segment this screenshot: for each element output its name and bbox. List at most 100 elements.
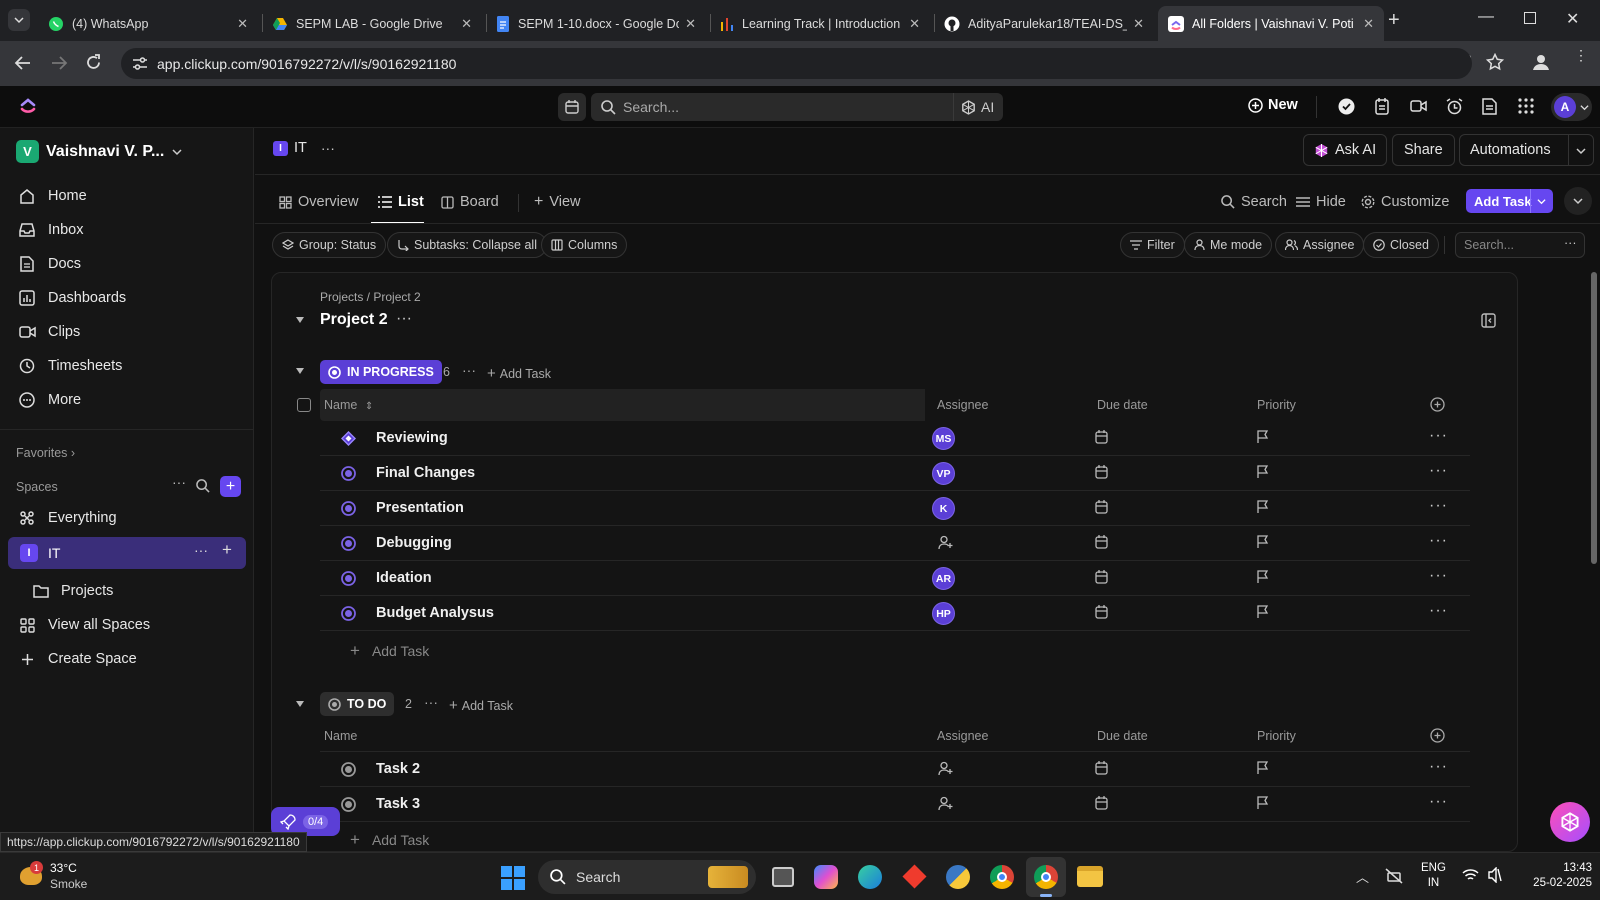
python-icon[interactable]: [946, 865, 970, 889]
sidebar-item-inbox[interactable]: Inbox: [18, 216, 83, 244]
ask-ai-button[interactable]: Ask AI: [1303, 134, 1388, 166]
close-tab-icon[interactable]: ✕: [237, 16, 248, 32]
calendar-add-icon[interactable]: [1095, 535, 1109, 549]
group-more-icon[interactable]: ···: [462, 362, 476, 378]
assignee-avatar[interactable]: AR: [932, 567, 955, 590]
browser-tab-github[interactable]: AdityaParulekar18/TEAI-DS_S ✕: [934, 6, 1154, 41]
share-button[interactable]: Share: [1392, 134, 1455, 166]
anydesk-icon[interactable]: [902, 864, 927, 889]
caret-down-icon[interactable]: [295, 700, 305, 708]
me-mode-chip[interactable]: Me mode: [1184, 232, 1273, 258]
priority-flag-icon[interactable]: [1256, 465, 1269, 479]
weather-widget[interactable]: 1 33°C Smoke: [18, 859, 98, 895]
caret-down-icon[interactable]: [295, 367, 305, 375]
profile-icon[interactable]: [1532, 53, 1550, 71]
select-all-checkbox[interactable]: [297, 398, 311, 412]
space-add-icon[interactable]: +: [222, 540, 232, 560]
status-in-progress-icon[interactable]: [341, 571, 356, 586]
calendar-add-icon[interactable]: [1095, 605, 1109, 619]
group-status-chip[interactable]: Group: Status: [272, 232, 387, 258]
global-search-input[interactable]: Search... AI: [591, 93, 1003, 121]
row-more-icon[interactable]: ···: [1429, 532, 1448, 550]
clickup-logo-icon[interactable]: [19, 96, 37, 116]
task-name[interactable]: Debugging: [376, 535, 452, 551]
add-assignee-icon[interactable]: [938, 796, 953, 811]
spaces-more-icon[interactable]: ···: [172, 474, 186, 490]
language-indicator[interactable]: ENG IN: [1421, 861, 1446, 891]
tab-board[interactable]: Board: [441, 190, 499, 214]
copilot-icon[interactable]: [814, 865, 838, 889]
wifi-icon[interactable]: [1462, 868, 1479, 882]
status-in-progress-icon[interactable]: [341, 501, 356, 516]
breadcrumb-space[interactable]: I IT ···: [273, 140, 335, 156]
show-hidden-icons[interactable]: ︿: [1356, 867, 1369, 886]
sidebar-item-view-all-spaces[interactable]: View all Spaces: [18, 611, 150, 639]
task-name[interactable]: Final Changes: [376, 465, 475, 481]
calendar-add-icon[interactable]: [1095, 465, 1109, 479]
table-row[interactable]: Final Changes VP ···: [320, 456, 1470, 491]
clock[interactable]: 13:43 25-02-2025: [1512, 861, 1592, 891]
edge-icon[interactable]: [858, 865, 882, 889]
network-off-icon[interactable]: [1385, 868, 1403, 884]
priority-flag-icon[interactable]: [1256, 761, 1269, 775]
back-icon[interactable]: [14, 55, 32, 71]
assignee-avatar[interactable]: VP: [932, 462, 955, 485]
add-space-button[interactable]: +: [220, 476, 241, 497]
list-search-input[interactable]: Search... ···: [1455, 232, 1585, 258]
apps-grid-icon[interactable]: [1518, 98, 1534, 114]
column-header-priority[interactable]: Priority: [1257, 398, 1296, 412]
table-row[interactable]: Budget Analysus HP ···: [320, 596, 1470, 631]
column-header-priority[interactable]: Priority: [1257, 729, 1296, 743]
group-more-icon[interactable]: ···: [424, 694, 438, 710]
add-column-icon[interactable]: [1430, 397, 1445, 412]
automations-button[interactable]: Automations: [1459, 134, 1594, 166]
minimize-window-button[interactable]: —: [1478, 8, 1494, 26]
browser-tab-drive[interactable]: SEPM LAB - Google Drive ✕: [262, 6, 482, 41]
column-header-name[interactable]: Name ⇕: [324, 398, 373, 412]
assignee-avatar[interactable]: HP: [932, 602, 955, 625]
sidebar-item-dashboards[interactable]: Dashboards: [18, 284, 126, 312]
calendar-add-icon[interactable]: [1095, 796, 1109, 810]
list-search-more-icon[interactable]: ···: [1564, 236, 1577, 250]
breadcrumb[interactable]: Projects / Project 2: [320, 290, 421, 304]
sidebar-item-more[interactable]: More: [18, 386, 81, 414]
sidebar-item-everything[interactable]: Everything: [18, 504, 117, 532]
start-button[interactable]: [501, 866, 525, 890]
collapse-toolbar-button[interactable]: [1564, 187, 1592, 215]
sidebar-item-docs[interactable]: Docs: [18, 250, 81, 278]
columns-chip[interactable]: Columns: [541, 232, 628, 258]
browser-tab-whatsapp[interactable]: (4) WhatsApp ✕: [38, 6, 258, 41]
table-row[interactable]: Reviewing MS ···: [320, 421, 1470, 456]
calendar-add-icon[interactable]: [1095, 430, 1109, 444]
status-badge[interactable]: IN PROGRESS: [320, 360, 442, 384]
column-header-assignee[interactable]: Assignee: [937, 729, 988, 743]
row-more-icon[interactable]: ···: [1429, 793, 1448, 811]
customize-button[interactable]: Customize: [1361, 190, 1450, 214]
task-name[interactable]: Reviewing: [376, 430, 448, 446]
task-name[interactable]: Budget Analysus: [376, 605, 494, 621]
table-row[interactable]: Presentation K ···: [320, 491, 1470, 526]
calendar-add-icon[interactable]: [1095, 500, 1109, 514]
favorites-section[interactable]: Favorites ›: [16, 446, 75, 460]
add-view-button[interactable]: + View: [534, 190, 581, 214]
close-window-button[interactable]: ✕: [1566, 9, 1579, 29]
closed-chip[interactable]: Closed: [1363, 232, 1439, 258]
view-search-button[interactable]: Search: [1221, 190, 1287, 214]
scrollbar-thumb[interactable]: [1591, 272, 1597, 564]
assignee-avatar[interactable]: MS: [932, 427, 955, 450]
priority-flag-icon[interactable]: [1256, 796, 1269, 810]
status-todo-icon[interactable]: [341, 762, 356, 777]
forward-icon[interactable]: [50, 55, 68, 71]
sidebar-item-space-it[interactable]: I IT ··· +: [8, 537, 246, 569]
sidebar-item-create-space[interactable]: Create Space: [18, 645, 137, 673]
alarm-clock-icon[interactable]: [1446, 98, 1463, 115]
reload-icon[interactable]: [85, 54, 102, 71]
calendar-add-icon[interactable]: [1095, 570, 1109, 584]
assignee-avatar[interactable]: K: [932, 497, 955, 520]
row-more-icon[interactable]: ···: [1429, 567, 1448, 585]
address-field[interactable]: app.clickup.com/9016792272/v/l/s/9016292…: [121, 48, 1472, 79]
video-clip-icon[interactable]: [1410, 99, 1427, 113]
user-avatar-menu[interactable]: A: [1551, 93, 1592, 121]
row-more-icon[interactable]: ···: [1429, 427, 1448, 445]
tab-search-button[interactable]: [8, 9, 30, 31]
